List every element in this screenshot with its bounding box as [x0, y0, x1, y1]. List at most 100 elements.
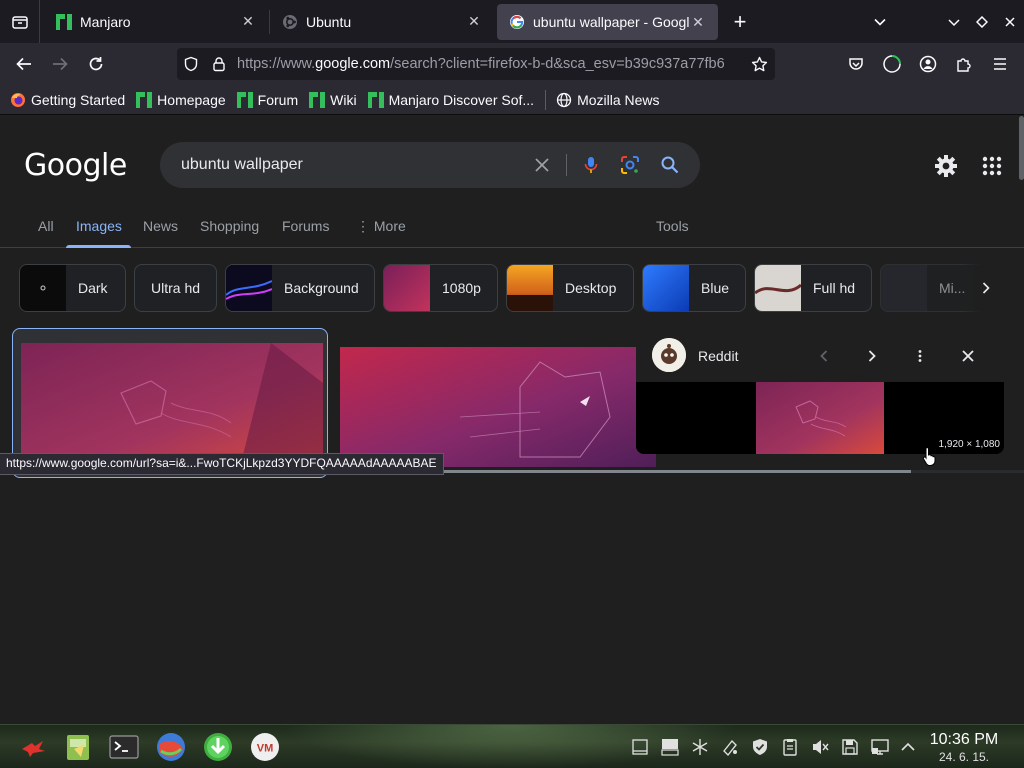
terminal-icon[interactable] — [108, 731, 140, 763]
page-scrollbar-thumb[interactable] — [1019, 116, 1024, 180]
tab-news[interactable]: News — [143, 218, 178, 234]
window-minimize-button[interactable] — [940, 0, 968, 43]
tab-more[interactable]: ⋮ More — [356, 218, 406, 235]
tools-button[interactable]: Tools — [656, 218, 689, 234]
previous-image-button[interactable] — [810, 342, 838, 370]
tab-google-search[interactable]: ubuntu wallpaper - Google Search ✕ — [497, 4, 718, 40]
tab-tray-icon — [11, 15, 28, 29]
bookmark-homepage[interactable]: Homepage — [136, 91, 226, 108]
globe-icon — [556, 92, 572, 107]
manjaro-menu-icon[interactable] — [18, 731, 50, 763]
chip-blue[interactable]: Blue — [642, 264, 746, 312]
chip-dark[interactable]: Dark — [19, 264, 126, 312]
close-icon — [1005, 16, 1015, 27]
tab-all[interactable]: All — [38, 218, 54, 234]
network-wired-icon[interactable] — [870, 737, 890, 757]
tray-expand-arrow-icon[interactable] — [898, 737, 918, 757]
hover-preview-image[interactable]: 1,920 × 1,080 — [636, 382, 1004, 454]
tab-title: ubuntu wallpaper - Google Search — [533, 14, 690, 30]
maximize-icon — [976, 15, 988, 28]
taskbar: VM 10:36 PM 24. 6. 15. — [0, 724, 1024, 768]
close-tab-icon[interactable]: ✕ — [240, 13, 256, 30]
bookmark-mozilla-news[interactable]: Mozilla News — [556, 92, 660, 108]
chip-label: Desktop — [565, 280, 617, 296]
chip-label: Blue — [701, 280, 730, 296]
pocket-icon — [849, 58, 863, 70]
chip-1080p[interactable]: 1080p — [383, 264, 498, 312]
clock-time[interactable]: 10:36 PM — [918, 731, 1010, 749]
sync-button[interactable] — [877, 49, 907, 79]
chip-full-hd[interactable]: Full hd — [754, 264, 872, 312]
app-menu-button[interactable] — [985, 49, 1015, 79]
google-apps-icon[interactable] — [978, 152, 1006, 180]
pocket-button[interactable] — [841, 49, 871, 79]
next-image-button[interactable] — [858, 342, 886, 370]
chip-desktop[interactable]: Desktop — [506, 264, 634, 312]
tab-shopping[interactable]: Shopping — [200, 218, 259, 234]
settings-gear-icon[interactable] — [932, 152, 960, 180]
bookmark-getting-started[interactable]: Getting Started — [10, 92, 125, 108]
file-manager-icon[interactable] — [62, 731, 94, 763]
bookmark-forum[interactable]: Forum — [236, 91, 299, 108]
search-input[interactable]: ubuntu wallpaper — [181, 156, 303, 174]
search-divider — [566, 154, 567, 176]
close-tab-icon[interactable]: ✕ — [466, 13, 482, 30]
tab-ubuntu[interactable]: Ubuntu ✕ — [270, 0, 494, 43]
bookmark-separator — [545, 89, 547, 110]
back-button[interactable] — [9, 49, 39, 79]
display-config-icon[interactable] — [660, 737, 680, 757]
chip-ultra-hd[interactable]: Ultra hd — [134, 264, 217, 312]
download-icon[interactable] — [202, 731, 234, 763]
clock-date[interactable]: 24. 6. 15. — [918, 750, 1010, 764]
result-image-cat[interactable] — [340, 347, 656, 467]
hover-preview-source[interactable]: Reddit — [698, 348, 738, 364]
lock-icon[interactable] — [205, 48, 233, 80]
reload-icon — [89, 57, 103, 71]
more-options-button[interactable] — [906, 342, 934, 370]
clipboard-icon[interactable] — [780, 737, 800, 757]
url-text[interactable]: https://www.google.com/search?client=fir… — [233, 56, 743, 72]
window-close-button[interactable] — [996, 0, 1024, 43]
url-bar[interactable]: https://www.google.com/search?client=fir… — [177, 48, 775, 80]
search-icon[interactable] — [656, 151, 684, 179]
new-tab-button[interactable]: + — [726, 0, 754, 43]
vm-icon[interactable]: VM — [249, 731, 281, 763]
list-all-tabs-button[interactable] — [866, 0, 894, 43]
clipboard-window-icon[interactable] — [630, 737, 650, 757]
bookmark-star-icon[interactable] — [743, 48, 775, 80]
close-tab-icon[interactable]: ✕ — [690, 14, 706, 31]
account-button[interactable] — [913, 49, 943, 79]
voice-search-icon[interactable] — [577, 151, 605, 179]
window-maximize-button[interactable] — [968, 0, 996, 43]
kde-connect-icon[interactable] — [690, 737, 710, 757]
bookmark-manjaro-discover[interactable]: Manjaro Discover Sof... — [367, 91, 534, 108]
bookmark-label: Wiki — [330, 91, 357, 108]
vpn-icon — [883, 55, 901, 73]
chip-background[interactable]: Background — [225, 264, 375, 312]
preview-image-jellyfish — [756, 382, 884, 454]
search-box[interactable]: ubuntu wallpaper — [160, 142, 700, 188]
security-shield-icon[interactable] — [750, 737, 770, 757]
close-preview-button[interactable] — [954, 342, 982, 370]
forward-button[interactable] — [45, 49, 75, 79]
bookmark-wiki[interactable]: Wiki — [309, 91, 357, 108]
bookmark-label: Forum — [257, 91, 299, 108]
clear-search-icon[interactable] — [528, 151, 556, 179]
tab-more-label: More — [373, 218, 406, 234]
reload-button[interactable] — [81, 49, 111, 79]
google-logo[interactable]: Google — [24, 148, 127, 183]
chips-next-button[interactable] — [962, 264, 1010, 312]
disk-icon[interactable] — [840, 737, 860, 757]
account-icon — [919, 55, 937, 73]
image-hover-preview[interactable]: Reddit 1,920 × 1,080 — [636, 330, 1004, 454]
tracking-protection-icon[interactable] — [177, 48, 205, 80]
extensions-button[interactable] — [949, 49, 979, 79]
tab-forums[interactable]: Forums — [282, 218, 329, 234]
lens-search-icon[interactable] — [616, 151, 644, 179]
tab-overview-button[interactable] — [0, 0, 40, 43]
update-icon[interactable] — [720, 737, 740, 757]
tab-images[interactable]: Images — [76, 218, 122, 234]
tab-manjaro[interactable]: Manjaro ✕ — [44, 0, 268, 43]
browser-icon[interactable] — [155, 731, 187, 763]
volume-muted-icon[interactable] — [810, 737, 830, 757]
